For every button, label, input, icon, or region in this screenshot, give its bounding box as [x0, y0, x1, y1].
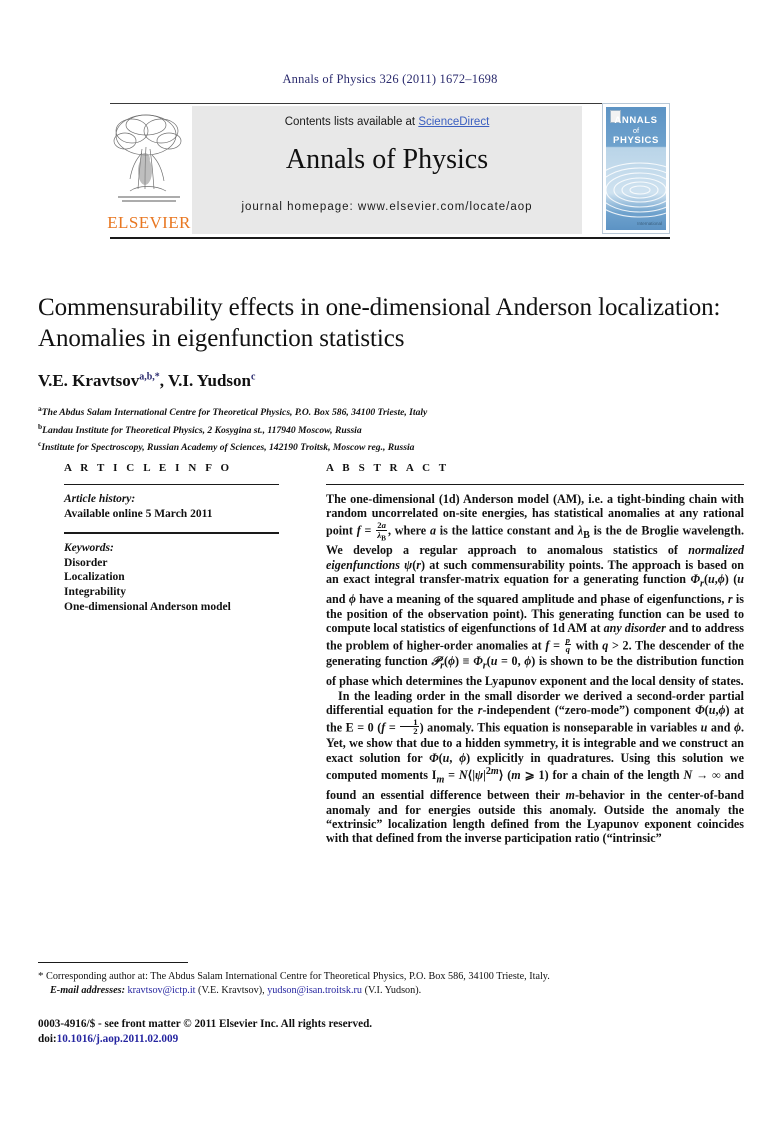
cover-title-line1: ANNALS	[614, 115, 658, 126]
affiliation-item: bLandau Institute for Theoretical Physic…	[38, 420, 744, 438]
affiliation-item: aThe Abdus Salam International Centre fo…	[38, 402, 744, 420]
doi-link[interactable]: 10.1016/j.aop.2011.02.009	[57, 1033, 179, 1045]
email-link-yudson[interactable]: yudson@isan.troitsk.ru	[267, 985, 362, 996]
info-abstract-section: A R T I C L E I N F O A B S T R A C T Ar…	[38, 462, 744, 845]
affiliation-text: Institute for Spectroscopy, Russian Acad…	[41, 442, 415, 454]
sciencedirect-link[interactable]: ScienceDirect	[418, 116, 489, 128]
affiliation-text: The Abdus Salam International Centre for…	[41, 407, 428, 419]
abstract-paragraph: In the leading order in the small disord…	[326, 688, 745, 846]
abstract-body: The one-dimensional (1d) Anderson model …	[326, 492, 744, 846]
journal-masthead: ELSEVIER Contents lists available at Sci…	[107, 103, 670, 239]
doi-line: doi:10.1016/j.aop.2011.02.009	[38, 1032, 744, 1047]
corresponding-author-text: Corresponding author at: The Abdus Salam…	[46, 971, 550, 982]
title-block: Commensurability effects in one-dimensio…	[38, 292, 744, 455]
article-history-label: Article history:	[64, 493, 136, 505]
masthead-center-panel: Contents lists available at ScienceDirec…	[192, 106, 582, 234]
email-note: E-mail addresses: kravtsov@ictp.it (V.E.…	[38, 984, 744, 998]
copyright-line: 0003-4916/$ - see front matter © 2011 El…	[38, 1018, 373, 1030]
copyright-block: 0003-4916/$ - see front matter © 2011 El…	[38, 1017, 744, 1046]
cover-title: ANNALS of PHYSICS	[606, 116, 666, 146]
email-owner-kravtsov: (V.E. Kravtsov),	[198, 985, 265, 997]
email-owner-yudson: (V.I. Yudson).	[364, 985, 422, 997]
footnote-star-marker: *	[38, 970, 44, 982]
abstract-paragraph: The one-dimensional (1d) Anderson model …	[326, 492, 745, 689]
abstract-heading: A B S T R A C T	[326, 462, 450, 474]
affiliation-item: cInstitute for Spectroscopy, Russian Aca…	[38, 437, 744, 455]
elsevier-wordmark: ELSEVIER	[107, 213, 191, 232]
corresponding-author-note: * Corresponding author at: The Abdus Sal…	[38, 969, 744, 984]
cover-ripple-icon	[603, 162, 669, 218]
masthead-bottom-rule	[110, 237, 670, 239]
affiliation-list: aThe Abdus Salam International Centre fo…	[38, 402, 744, 455]
keywords-label: Keywords:	[64, 542, 114, 555]
cover-title-line2: of	[632, 126, 640, 135]
page-title: Commensurability effects in one-dimensio…	[38, 294, 721, 352]
cover-title-line3: PHYSICS	[613, 135, 659, 146]
contents-available-line: Contents lists available at ScienceDirec…	[192, 116, 582, 128]
keyword-item: One-dimensional Anderson model	[64, 600, 231, 613]
cover-footer-mark: International	[637, 221, 662, 226]
doi-prefix: doi:	[38, 1032, 57, 1045]
column-headings: A R T I C L E I N F O A B S T R A C T	[38, 462, 744, 484]
journal-title: Annals of Physics	[285, 144, 489, 175]
info-rule-top	[64, 484, 279, 485]
keyword-item: Localization	[64, 571, 125, 584]
article-info-heading: A R T I C L E I N F O	[64, 462, 233, 474]
masthead-top-rule	[110, 103, 670, 104]
cover-artwork: ANNALS of PHYSICS International	[603, 107, 669, 230]
elsevier-logo: ELSEVIER	[107, 107, 190, 235]
article-info-column: Article history: Available online 5 Marc…	[64, 484, 279, 614]
journal-cover-thumbnail[interactable]: ANNALS of PHYSICS International	[602, 103, 670, 234]
affiliation-text: Landau Institute for Theoretical Physics…	[42, 424, 362, 436]
abstract-rule-top	[326, 484, 744, 485]
article-first-page: Annals of Physics 326 (2011) 1672–1698 E…	[0, 0, 780, 1134]
article-history-group: Article history: Available online 5 Marc…	[64, 492, 279, 521]
elsevier-tree-icon	[113, 114, 182, 202]
footnote-rule	[38, 962, 188, 963]
keyword-item: Integrability	[64, 585, 126, 598]
abstract-column: The one-dimensional (1d) Anderson model …	[326, 484, 744, 846]
info-rule-mid	[64, 532, 279, 535]
keywords-group: Keywords: Disorder Localization Integrab…	[64, 541, 279, 614]
email-addresses-label: E-mail addresses:	[50, 985, 125, 997]
footnote-block: * Corresponding author at: The Abdus Sal…	[38, 962, 744, 999]
article-history-line: Available online 5 March 2011	[64, 507, 213, 520]
author-list: V.E. Kravtsova,b,*, V.I. Yudsonc	[38, 371, 256, 390]
email-link-kravtsov[interactable]: kravtsov@ictp.it	[128, 985, 196, 996]
keyword-item: Disorder	[64, 556, 108, 569]
contents-prefix: Contents lists available at	[284, 116, 419, 128]
journal-homepage-line[interactable]: journal homepage: www.elsevier.com/locat…	[192, 201, 582, 213]
running-head: Annals of Physics 326 (2011) 1672–1698	[282, 72, 498, 86]
